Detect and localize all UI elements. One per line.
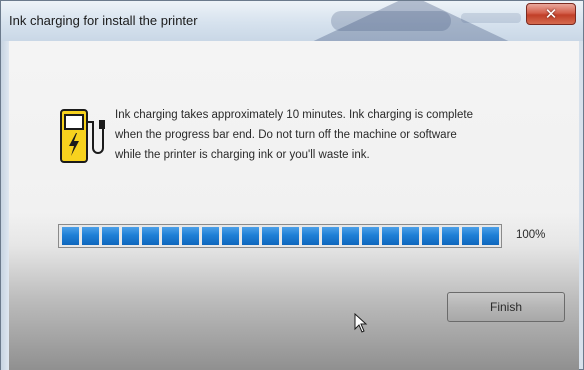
progress-segment: [242, 227, 259, 245]
progress-segment: [182, 227, 199, 245]
window-title: Ink charging for install the printer: [9, 13, 198, 28]
progress-segment: [422, 227, 439, 245]
progress-segment: [122, 227, 139, 245]
progress-segment: [62, 227, 79, 245]
finish-button[interactable]: Finish: [447, 292, 565, 322]
message-line: when the progress bar end. Do not turn o…: [115, 129, 457, 141]
progress-segment: [142, 227, 159, 245]
progress-segment: [322, 227, 339, 245]
progress-segment: [402, 227, 419, 245]
progress-segment: [482, 227, 499, 245]
message-line: Ink charging takes approximately 10 minu…: [115, 109, 473, 121]
progress-segment: [462, 227, 479, 245]
mouse-cursor-icon: [354, 313, 368, 333]
close-icon: ✕: [544, 5, 558, 23]
progress-segment: [362, 227, 379, 245]
title-bar[interactable]: Ink charging for install the printer ✕: [1, 1, 583, 41]
progress-segment: [202, 227, 219, 245]
progress-segment: [222, 227, 239, 245]
background-shape: [461, 13, 521, 23]
progress-segment: [82, 227, 99, 245]
window-frame-left: [1, 41, 9, 370]
progress-percent: 100%: [516, 229, 546, 241]
close-button[interactable]: ✕: [526, 3, 576, 25]
ink-pump-icon: [60, 109, 105, 163]
message-line: while the printer is charging ink or you…: [115, 149, 370, 161]
progress-segment: [162, 227, 179, 245]
progress-segment: [102, 227, 119, 245]
progress-segment: [442, 227, 459, 245]
instruction-message: Ink charging takes approximately 10 minu…: [115, 105, 555, 165]
desktop: Ink charging for install the printer ✕ I…: [0, 0, 584, 370]
background-shape: [331, 11, 451, 31]
progress-bar: [58, 224, 502, 248]
ink-charging-dialog: Ink charging for install the printer ✕ I…: [0, 0, 584, 370]
progress-segment: [302, 227, 319, 245]
progress-segment: [282, 227, 299, 245]
progress-segment: [382, 227, 399, 245]
progress-segment: [342, 227, 359, 245]
progress-segment: [262, 227, 279, 245]
